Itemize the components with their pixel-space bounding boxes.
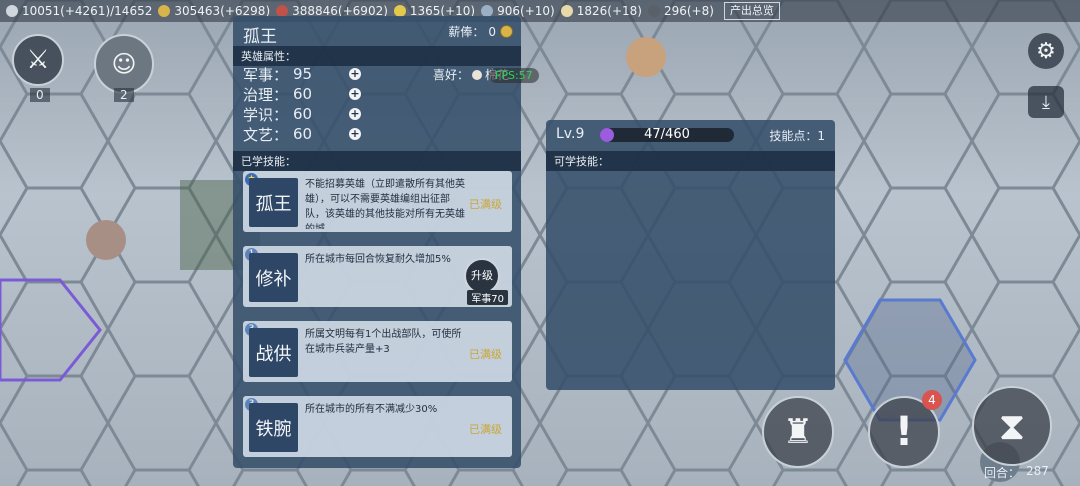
- hobby-label: 喜好：: [433, 68, 470, 82]
- faith-value: 1826(+18): [576, 4, 642, 18]
- learned-skills-header: 已学技能：: [233, 151, 521, 171]
- skill-description: 不能招募英雄（立即遣散所有其他英雄），可以不需要英雄编组出征部队，该英雄的其他技…: [305, 179, 465, 229]
- resource-bar: 10051(+4261)/14652 305463(+6298) 388846(…: [0, 0, 1080, 22]
- people-icon: [6, 5, 18, 17]
- skill-status: 已满级: [469, 198, 502, 211]
- military-button[interactable]: ⚔: [12, 34, 64, 86]
- learnable-skills-header: 可学技能：: [546, 151, 835, 171]
- skill-card-xiubu[interactable]: 1 修补 所在城市每回合恢复耐久增加5% 升级 军事70: [243, 246, 512, 307]
- salary-label: 薪俸：: [448, 25, 485, 39]
- hourglass-icon: ⧗: [998, 403, 1026, 448]
- attribute-military: 军事： 95 +: [243, 64, 373, 84]
- attribute-arts: 文艺： 60 +: [243, 124, 373, 144]
- gear-icon: [647, 5, 660, 17]
- attr-label: 学识：: [243, 105, 289, 124]
- attr-value: 60: [293, 125, 313, 143]
- skill-name: 战供: [249, 328, 298, 377]
- exp-value: 47/460: [644, 127, 690, 142]
- gear-icon: ⚙: [1036, 38, 1056, 64]
- city-button[interactable]: ♜: [762, 396, 834, 468]
- gear-resource: 296(+8): [647, 4, 714, 18]
- skill-points: 技能点：1: [769, 129, 825, 143]
- skill-points-panel: Lv.9 47/460 技能点：1 可学技能：: [546, 120, 835, 390]
- settings-button[interactable]: ⚙: [1028, 33, 1064, 69]
- military-count: 0: [30, 88, 50, 102]
- upgrade-requirement: 军事70: [467, 290, 508, 305]
- exp-bar: 47/460: [600, 127, 734, 142]
- upgrade-button[interactable]: 升级: [464, 258, 500, 294]
- attr-label: 文艺：: [243, 125, 289, 144]
- attr-value: 60: [293, 105, 313, 123]
- skill-description: 所在城市的所有不满减少30%: [305, 404, 438, 415]
- hero-name: 孤王: [243, 27, 277, 47]
- skill-description: 所属文明每有1个出战部队，可使所在城市兵装产量+3: [305, 329, 462, 355]
- skill-name: 铁腕: [249, 403, 298, 452]
- attribute-list: 军事： 95 + 治理： 60 + 学识： 60 + 文艺： 60 +: [243, 64, 373, 144]
- skill-name: 孤王: [249, 178, 298, 227]
- download-button[interactable]: ⤓: [1028, 86, 1064, 118]
- fps-counter: FPS:57: [489, 68, 539, 83]
- attr-value: 95: [293, 65, 313, 83]
- salary: 薪俸： 0: [448, 23, 513, 40]
- add-knowledge-button[interactable]: +: [349, 108, 361, 120]
- salary-value: 0: [488, 24, 496, 39]
- exclamation-icon: !: [894, 409, 914, 455]
- coin-icon: [158, 5, 171, 17]
- skill-card-guwang[interactable]: ★ 孤王 不能招募英雄（立即遣散所有其他英雄），可以不需要英雄编组出征部队，该英…: [243, 171, 512, 232]
- turn-counter: 回合： 287: [984, 464, 1049, 481]
- people-resource: 10051(+4261)/14652: [6, 4, 152, 18]
- add-military-button[interactable]: +: [349, 68, 361, 80]
- end-turn-button[interactable]: ⧗: [972, 386, 1052, 466]
- skill-status: 已满级: [469, 348, 502, 361]
- hero-count: 2: [114, 88, 134, 102]
- crossed-swords-icon: ⚔: [26, 45, 50, 75]
- add-arts-button[interactable]: +: [349, 128, 361, 140]
- turn-value: 287: [1026, 464, 1049, 478]
- skill-card-zhangong[interactable]: 3 战供 所属文明每有1个出战部队，可使所在城市兵装产量+3 已满级: [243, 321, 512, 382]
- attribute-governance: 治理： 60 +: [243, 84, 373, 104]
- attr-label: 军事：: [243, 65, 289, 84]
- cotton-icon: [472, 69, 483, 80]
- output-summary-button[interactable]: 产出总览: [723, 2, 780, 20]
- gear-value: 296(+8): [663, 4, 714, 18]
- download-icon: ⤓: [1042, 91, 1050, 113]
- skill-card-tiewan[interactable]: 3 铁腕 所在城市的所有不满减少30% 已满级: [243, 396, 512, 457]
- faith-resource: 1826(+18): [560, 4, 642, 18]
- alert-count-badge: 4: [922, 390, 942, 410]
- attr-label: 治理：: [243, 85, 289, 104]
- hero-level: Lv.9: [556, 126, 585, 142]
- hero-avatar-icon: ☺: [111, 50, 137, 78]
- add-governance-button[interactable]: +: [349, 88, 361, 100]
- coin-icon: [500, 25, 513, 38]
- attr-value: 60: [293, 85, 313, 103]
- attribute-knowledge: 学识： 60 +: [243, 104, 373, 124]
- castle-icon: ♜: [782, 412, 814, 452]
- hero-avatar-button[interactable]: ☺: [94, 34, 154, 94]
- skill-description: 所在城市每回合恢复耐久增加5%: [305, 254, 451, 265]
- faith-icon: [560, 5, 573, 17]
- skill-name: 修补: [249, 253, 298, 302]
- hero-panel: 孤王 薪俸： 0 英雄属性： 军事： 95 + 治理： 60 + 学识： 60 + 文艺： 6…: [233, 16, 539, 468]
- turn-label: 回合：: [984, 466, 1021, 480]
- people-value: 10051(+4261)/14652: [22, 4, 153, 18]
- skill-status: 已满级: [469, 423, 502, 436]
